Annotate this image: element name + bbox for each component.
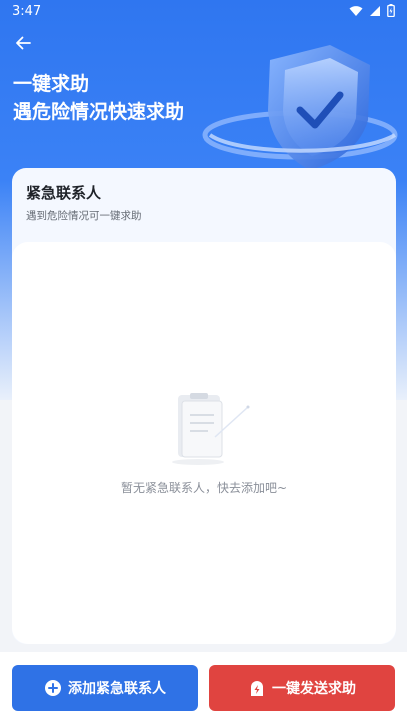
wifi-icon: [349, 5, 363, 16]
status-time: 3:47: [12, 4, 42, 19]
status-icons: [349, 4, 395, 17]
emergency-contacts-card: 紧急联系人 遇到危险情况可一键求助 暂无紧急联系人，快去添加吧~: [12, 168, 396, 644]
plus-circle-icon: [44, 679, 62, 697]
send-sos-button[interactable]: 一键发送求助: [209, 665, 395, 711]
add-contact-label: 添加紧急联系人: [68, 681, 166, 697]
page-title: 一键求助 遇危险情况快速求助: [13, 70, 184, 126]
page-title-line2: 遇危险情况快速求助: [13, 101, 185, 123]
empty-state-text: 暂无紧急联系人，快去添加吧~: [120, 481, 288, 495]
status-bar: 3:47: [0, 0, 407, 26]
contacts-list-empty: 暂无紧急联系人，快去添加吧~: [12, 242, 396, 644]
shield-icon: [202, 45, 398, 170]
arrow-back-icon: [16, 36, 31, 50]
alert-bolt-icon: [248, 679, 266, 697]
back-button[interactable]: [10, 30, 36, 56]
battery-icon: [387, 4, 395, 17]
card-title: 紧急联系人: [26, 184, 102, 202]
clipboard-icon: [172, 393, 250, 465]
page-title-line1: 一键求助: [13, 73, 90, 95]
send-sos-label: 一键发送求助: [272, 681, 356, 697]
signal-icon: [370, 5, 380, 16]
bottom-action-bar: 添加紧急联系人 一键发送求助: [0, 652, 407, 725]
add-contact-button[interactable]: 添加紧急联系人: [12, 665, 198, 711]
card-subtitle: 遇到危险情况可一键求助: [26, 210, 142, 222]
